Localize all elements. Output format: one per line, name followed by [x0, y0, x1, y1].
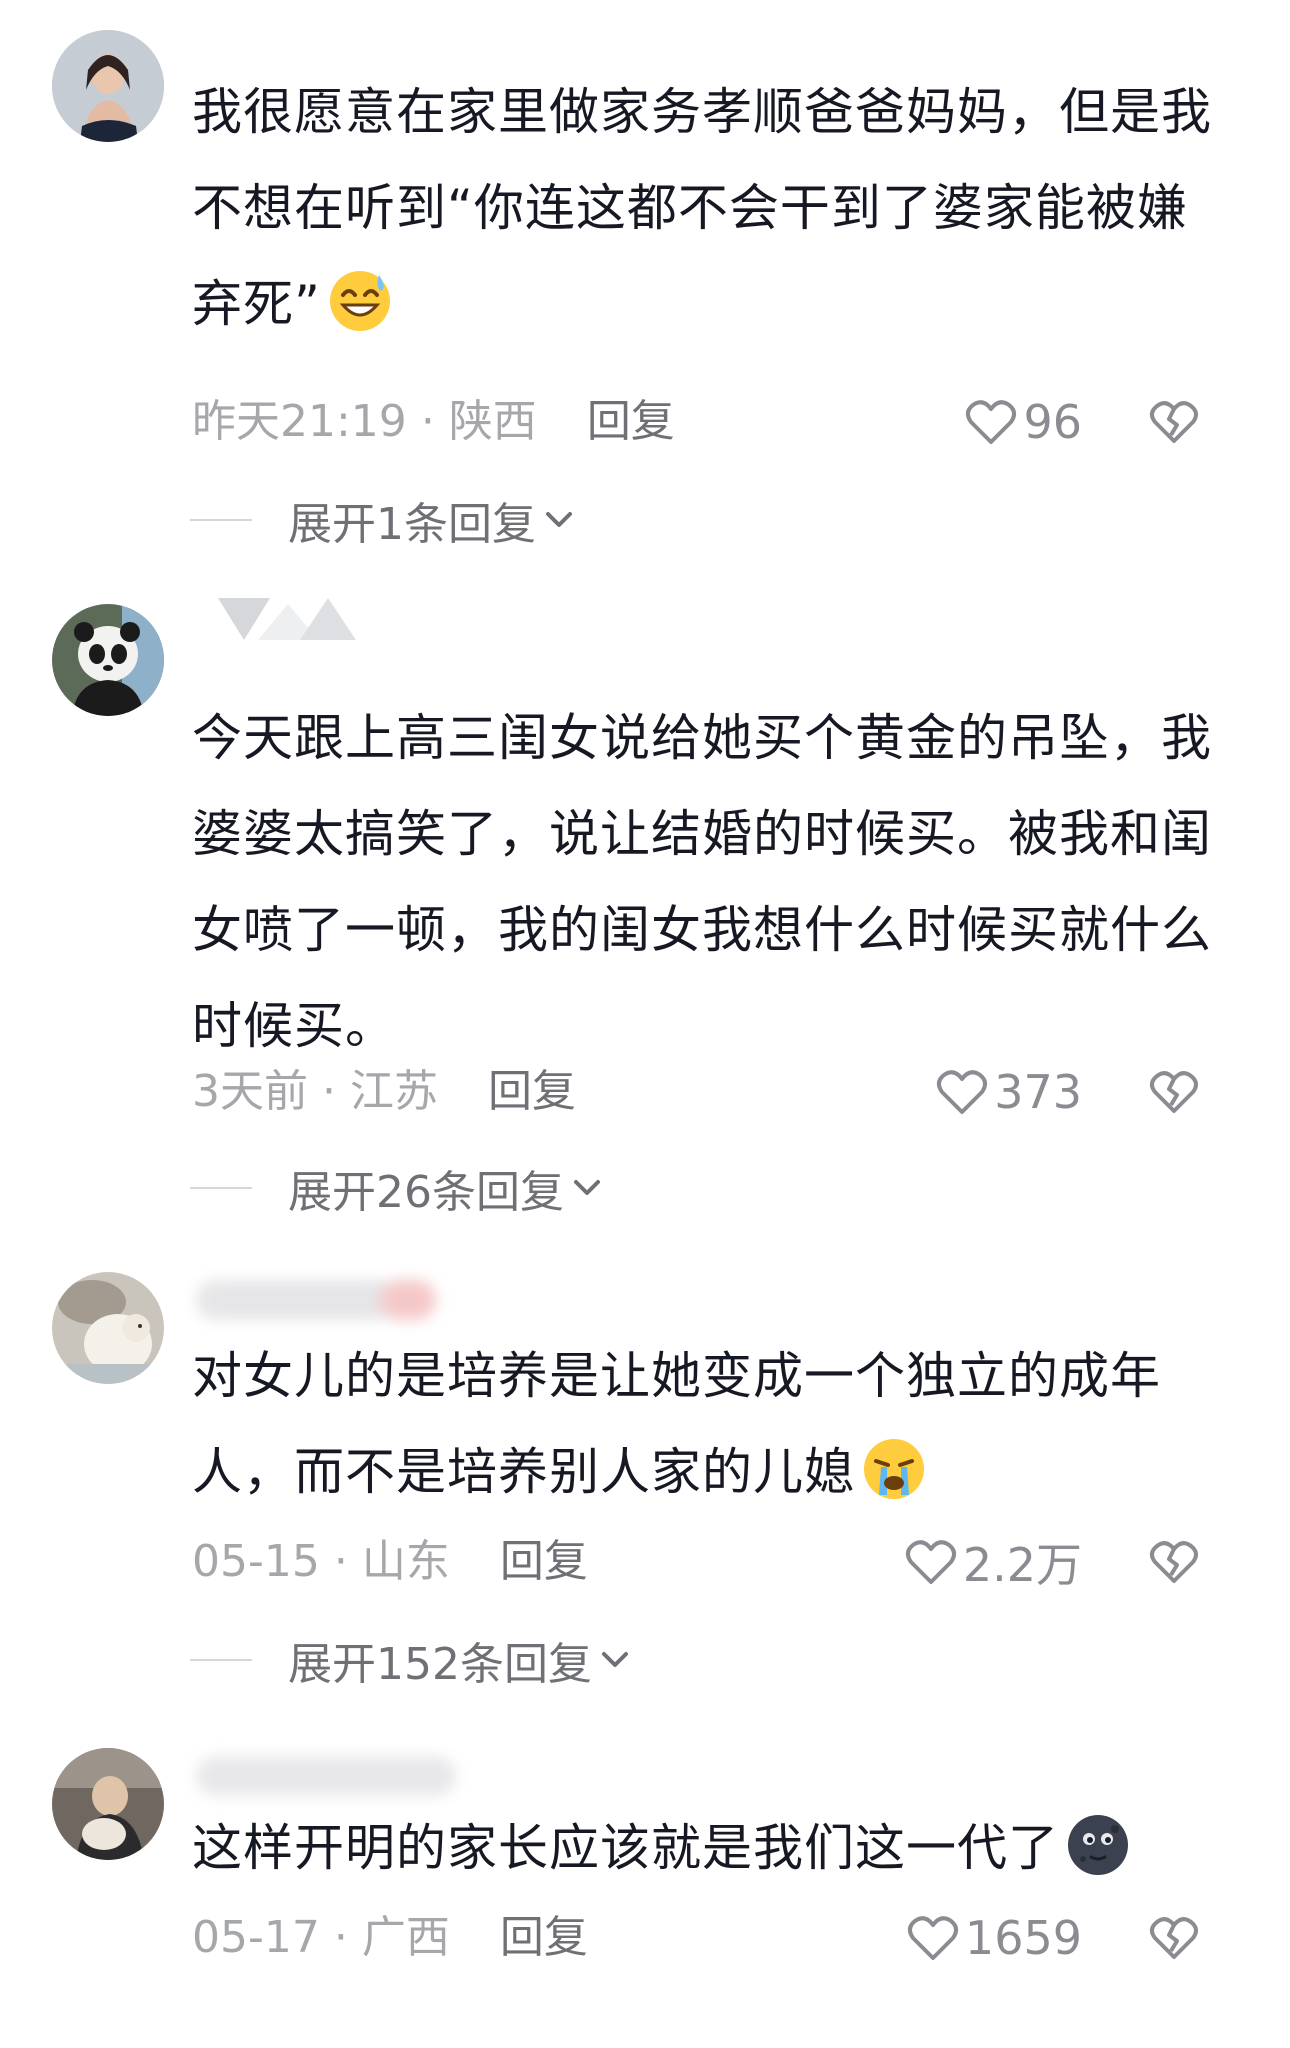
heart-outline-icon: [905, 1540, 956, 1584]
comment-location: 广西: [361, 1912, 450, 1963]
like-button[interactable]: 373: [936, 1062, 1082, 1122]
comment-location: 陕西: [448, 396, 537, 447]
comment-item: 对女儿的是培养是让她变成一个独立的成年人，而不是培养别人家的儿媳 05-15 · 山…: [0, 1260, 1290, 1700]
expand-replies-label: 展开1条回复: [288, 499, 536, 550]
meta-separator: ·: [322, 1066, 336, 1117]
comment-item: 这样开明的家长应该就是我们这一代了 05-17 · 广西 回复 1659: [0, 1736, 1290, 2048]
expand-replies-label: 展开26条回复: [288, 1167, 564, 1218]
heart-outline-icon: [907, 1916, 958, 1960]
expand-divider-line: [190, 1187, 252, 1189]
username-blurred-badge: [380, 1280, 436, 1320]
dislike-button[interactable]: [1146, 392, 1202, 452]
like-button[interactable]: 96: [965, 392, 1082, 452]
heart-outline-icon: [937, 1070, 988, 1114]
comment-text: 对女儿的是培养是让她变成一个独立的成年人，而不是培养别人家的儿媳: [192, 1328, 1232, 1520]
broken-heart-icon: [1150, 401, 1198, 443]
meta-separator: ·: [333, 1536, 348, 1587]
expand-divider-line: [190, 519, 252, 521]
dislike-button[interactable]: [1146, 1062, 1202, 1122]
avatar[interactable]: [52, 604, 164, 716]
comment-time: 05-15: [192, 1536, 320, 1587]
avatar[interactable]: [52, 30, 164, 142]
comment-text-content: 这样开明的家长应该就是我们这一代了: [192, 1819, 1059, 1877]
avatar[interactable]: [52, 1272, 164, 1384]
broken-heart-icon: [1150, 1071, 1198, 1113]
like-count: 373: [994, 1065, 1082, 1119]
comment-text: 这样开明的家长应该就是我们这一代了: [192, 1800, 1232, 1896]
like-button[interactable]: 2.2万: [905, 1532, 1082, 1592]
expand-replies-button[interactable]: 展开1条回复: [190, 490, 574, 550]
dislike-button[interactable]: [1146, 1532, 1202, 1592]
username-blurred: [196, 1756, 456, 1796]
reply-button[interactable]: 回复: [500, 1912, 588, 1963]
comment-meta: 05-15 · 山东 回复: [192, 1532, 588, 1592]
like-count: 2.2万: [962, 1538, 1082, 1592]
dislike-button[interactable]: [1146, 1908, 1202, 1968]
comment-meta: 昨天21:19 · 陕西 回复: [192, 392, 675, 452]
comment-item: 今天跟上高三闺女说给她买个黄金的吊坠，我婆婆太搞笑了，说让结婚的时候买。被我和闺…: [0, 590, 1290, 1230]
reply-button[interactable]: 回复: [500, 1536, 588, 1587]
meta-separator: ·: [420, 396, 435, 447]
comment-time: 昨天21:19: [192, 396, 407, 447]
reply-button[interactable]: 回复: [488, 1066, 576, 1117]
expand-replies-button[interactable]: 展开26条回复: [190, 1158, 602, 1218]
comment-location: 山东: [361, 1536, 450, 1587]
heart-outline-icon: [966, 400, 1017, 444]
new-moon-face-emoji: [1063, 1809, 1133, 1879]
avatar[interactable]: [52, 1748, 164, 1860]
like-count: 1659: [964, 1911, 1082, 1965]
broken-heart-icon: [1150, 1541, 1198, 1583]
grinning-sweat-emoji: [325, 265, 395, 335]
comment-text: 今天跟上高三闺女说给她买个黄金的吊坠，我婆婆太搞笑了，说让结婚的时候买。被我和闺…: [192, 690, 1232, 1074]
chevron-down-icon: [546, 512, 572, 527]
comment-item: 我很愿意在家里做家务孝顺爸爸妈妈，但是我不想在听到“你连这都不会干到了婆家能被嫌…: [0, 0, 1290, 560]
comment-time: 3天前: [192, 1066, 308, 1117]
chevron-down-icon: [601, 1652, 628, 1667]
comment-location: 江苏: [350, 1066, 438, 1117]
username-triangles: [218, 590, 378, 654]
comment-meta: 05-17 · 广西 回复: [192, 1908, 588, 1968]
comment-meta: 3天前 · 江苏 回复: [192, 1062, 576, 1122]
comment-text: 我很愿意在家里做家务孝顺爸爸妈妈，但是我不想在听到“你连这都不会干到了婆家能被嫌…: [192, 64, 1232, 352]
expand-replies-label: 展开152条回复: [288, 1639, 592, 1690]
meta-separator: ·: [333, 1912, 348, 1963]
comment-text-content: 对女儿的是培养是让她变成一个独立的成年人，而不是培养别人家的儿媳: [192, 1347, 1161, 1501]
comment-text-content: 今天跟上高三闺女说给她买个黄金的吊坠，我婆婆太搞笑了，说让结婚的时候买。被我和闺…: [192, 709, 1212, 1055]
like-button[interactable]: 1659: [907, 1908, 1082, 1968]
crying-emoji: [859, 1433, 929, 1503]
reply-button[interactable]: 回复: [587, 396, 675, 447]
chevron-down-icon: [574, 1180, 600, 1195]
broken-heart-icon: [1150, 1917, 1198, 1959]
expand-replies-button[interactable]: 展开152条回复: [190, 1630, 630, 1690]
comment-time: 05-17: [192, 1912, 320, 1963]
expand-divider-line: [190, 1659, 252, 1661]
username-blurred: [196, 1280, 396, 1320]
like-count: 96: [1023, 395, 1082, 449]
